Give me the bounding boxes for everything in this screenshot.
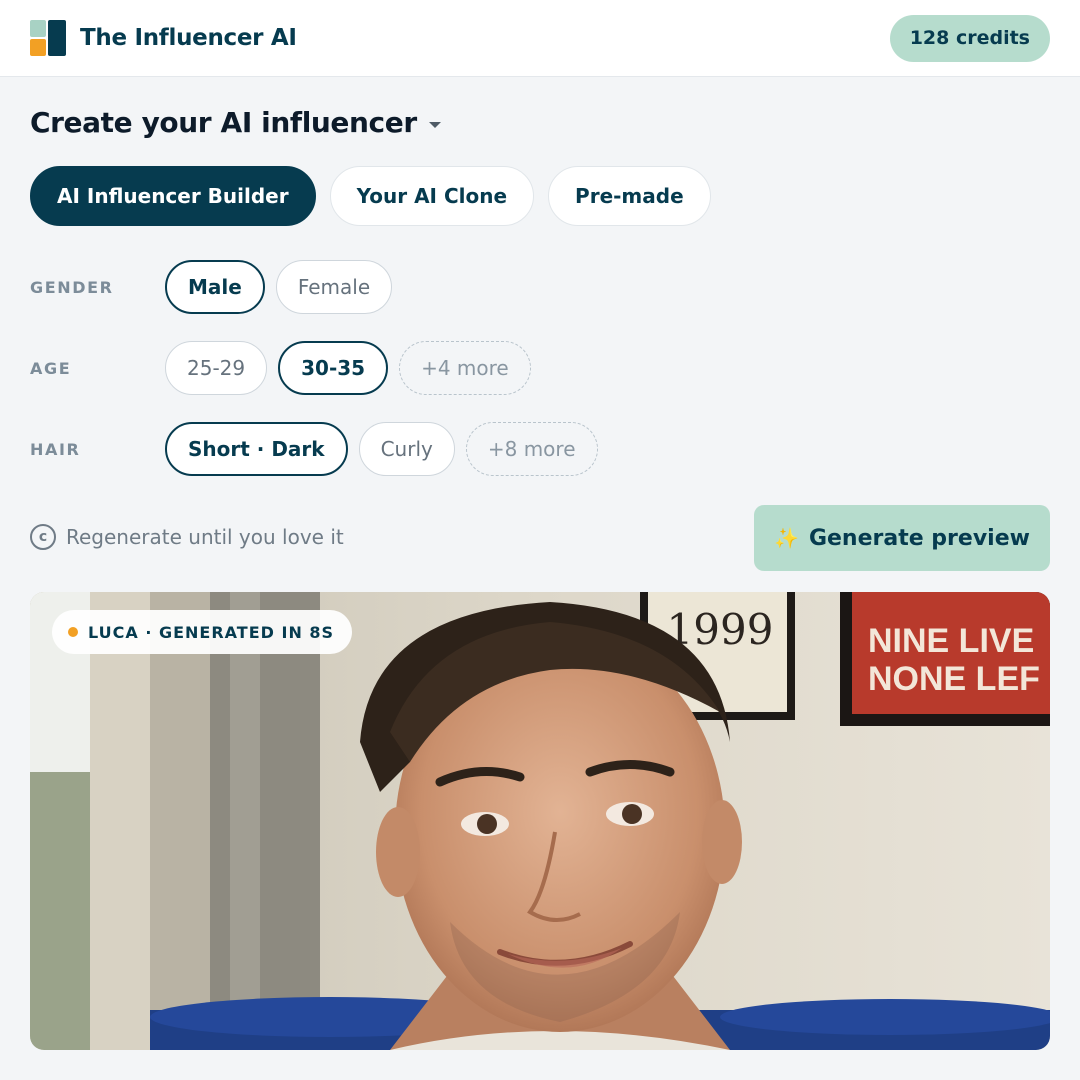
logo-icon [30,20,66,56]
top-bar: The Influencer AI 128 credits [0,0,1080,77]
sparkle-icon: ✨ [774,526,799,550]
gender-label: GENDER [30,277,114,297]
credit-icon: c [30,524,56,550]
credits-badge[interactable]: 128 credits [889,14,1050,62]
tab-ai-influencer-builder[interactable]: AI Influencer Builder [30,166,316,226]
mode-tabs: AI Influencer Builder Your AI Clone Pre-… [30,166,711,226]
age-row: AGE 25-29 30-35 +4 more [30,341,531,395]
age-option-25-29[interactable]: 25-29 [165,341,268,395]
preview-status-tag: LUCA · GENERATED IN 8S [52,610,353,654]
hair-option-curly[interactable]: Curly [358,422,455,476]
regenerate-hint: c Regenerate until you love it [30,524,344,550]
gender-option-male[interactable]: Male [165,260,265,314]
brand-name: The Influencer AI [80,25,297,51]
regenerate-text: Regenerate until you love it [66,525,344,549]
hair-option-short-dark[interactable]: Short · Dark [165,422,348,476]
age-option-30-35[interactable]: 30-35 [278,341,389,395]
tab-your-ai-clone[interactable]: Your AI Clone [329,166,535,226]
age-label: AGE [30,358,72,378]
hair-label: HAIR [30,439,81,459]
hair-row: HAIR Short · Dark Curly +8 more [30,422,598,476]
poster-2-line-1: NINE LIVE [868,622,1034,660]
generate-preview-button[interactable]: ✨ Generate preview [754,505,1050,571]
portrait-illustration: 1999 NINE LIVE NONE LEF [30,592,1050,1050]
chevron-down-icon [428,121,441,128]
hair-more-button[interactable]: +8 more [465,422,598,476]
brand[interactable]: The Influencer AI [30,20,297,56]
generate-preview-label: Generate preview [808,525,1030,551]
gender-option-female[interactable]: Female [275,260,393,314]
gender-row: GENDER Male Female [30,260,393,314]
page-title-dropdown[interactable]: Create your AI influencer [30,106,441,139]
status-dot-icon [68,627,78,637]
page-title: Create your AI influencer [30,106,417,139]
poster-2-line-2: NONE LEF [868,660,1040,698]
preview-status-text: LUCA · GENERATED IN 8S [88,622,335,642]
preview-image: 1999 NINE LIVE NONE LEF LUCA · GENERATED… [30,592,1050,1050]
tab-pre-made[interactable]: Pre-made [548,166,711,226]
age-more-button[interactable]: +4 more [399,341,531,395]
